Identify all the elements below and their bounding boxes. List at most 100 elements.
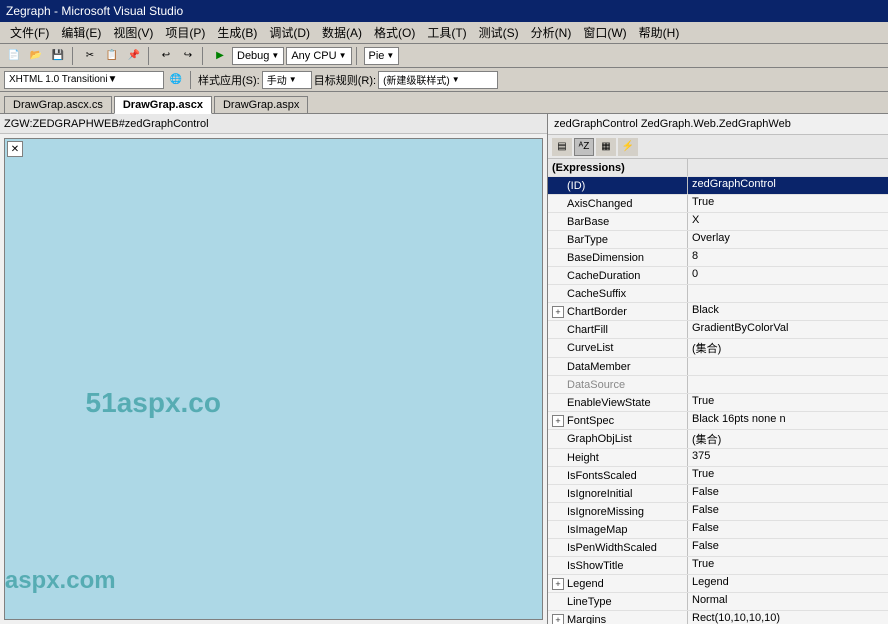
menu-item-7[interactable]: 格式(O) [368,22,421,43]
target-dropdown[interactable]: (新建级联样式) ▼ [378,71,498,89]
undo-btn[interactable]: ↩ [156,46,176,66]
open-btn[interactable]: 📂 [26,46,46,66]
prop-row[interactable]: CurveList(集合) [548,339,888,358]
prop-row[interactable]: BarTypeOverlay [548,231,888,249]
prop-value: 375 [688,449,888,466]
prop-row[interactable]: AxisChangedTrue [548,195,888,213]
debug-dropdown[interactable]: Debug ▼ [232,47,284,65]
prop-name: CacheDuration [548,267,688,284]
canvas-handle[interactable]: ✕ [7,141,23,157]
prop-row[interactable]: EnableViewStateTrue [548,394,888,412]
prop-value: GradientByColorVal [688,321,888,338]
xhtml-dropdown[interactable]: XHTML 1.0 Transitioni▼ [4,71,164,89]
menu-item-6[interactable]: 数据(A) [316,22,368,43]
prop-sort-alpha-btn[interactable]: ᴬZ [574,138,594,156]
prop-row[interactable]: +FontSpecBlack 16pts none n [548,412,888,430]
prop-value: True [688,557,888,574]
tab-bar: DrawGrap.ascx.cs DrawGrap.ascx DrawGrap.… [0,92,888,114]
prop-name: AxisChanged [548,195,688,212]
expand-icon[interactable]: + [552,578,564,590]
play-btn[interactable]: ▶ [210,46,230,66]
menu-item-12[interactable]: 帮助(H) [633,22,686,43]
style-dropdown[interactable]: 手动 ▼ [262,71,312,89]
prop-value: Overlay [688,231,888,248]
prop-row[interactable]: BarBaseX [548,213,888,231]
tab-cs[interactable]: DrawGrap.ascx.cs [4,96,112,113]
menu-item-4[interactable]: 生成(B) [211,22,263,43]
prop-row[interactable]: (Expressions) [548,159,888,177]
expand-icon[interactable]: + [552,614,564,624]
prop-value: Rect(10,10,10,10) [688,611,888,624]
prop-row[interactable]: IsPenWidthScaledFalse [548,539,888,557]
prop-row[interactable]: +ChartBorderBlack [548,303,888,321]
prop-row[interactable]: ChartFillGradientByColorVal [548,321,888,339]
prop-name: +Legend [548,575,688,592]
platform-dropdown[interactable]: Any CPU ▼ [286,47,351,65]
prop-row[interactable]: IsFontsScaledTrue [548,467,888,485]
prop-row[interactable]: IsIgnoreInitialFalse [548,485,888,503]
tab-aspx[interactable]: DrawGrap.aspx [214,96,308,113]
new-btn[interactable]: 📄 [4,46,24,66]
menu-item-8[interactable]: 工具(T) [421,22,472,43]
menu-item-9[interactable]: 测试(S) [473,22,525,43]
prop-row[interactable]: IsIgnoreMissingFalse [548,503,888,521]
copy-btn[interactable]: 📋 [102,46,122,66]
menu-item-5[interactable]: 调试(D) [263,22,316,43]
designer-canvas[interactable]: ✕ 51aspx.co 51aspx.com [4,138,543,620]
prop-row[interactable]: (ID)zedGraphControl [548,177,888,195]
prop-value: X [688,213,888,230]
cut-btn[interactable]: ✂ [80,46,100,66]
prop-row[interactable]: IsImageMapFalse [548,521,888,539]
prop-row[interactable]: +LegendLegend [548,575,888,593]
prop-name: CurveList [548,339,688,357]
prop-name: +Margins [548,611,688,624]
prop-event-btn[interactable]: ⚡ [618,138,638,156]
expand-icon[interactable]: + [552,415,564,427]
designer-panel: ZGW:ZEDGRAPHWEB#zedGraphControl ✕ 51aspx… [0,114,548,624]
paste-btn[interactable]: 📌 [124,46,144,66]
prop-value: Black 16pts none n [688,412,888,429]
prop-row[interactable]: +MarginsRect(10,10,10,10) [548,611,888,624]
menu-item-2[interactable]: 视图(V) [107,22,159,43]
prop-name: IsPenWidthScaled [548,539,688,556]
prop-row[interactable]: LineTypeNormal [548,593,888,611]
style-value: 手动 [267,72,287,87]
prop-value: 0 [688,267,888,284]
prop-name: +ChartBorder [548,303,688,320]
menu-item-0[interactable]: 文件(F) [4,22,55,43]
menu-item-11[interactable]: 窗口(W) [577,22,632,43]
prop-row[interactable]: DataSource [548,376,888,394]
prop-value: False [688,503,888,520]
watermark-bottom: 51aspx.com [4,567,116,595]
prop-name: (Expressions) [548,159,688,176]
prop-row[interactable]: CacheSuffix [548,285,888,303]
breadcrumb-text: ZGW:ZEDGRAPHWEB#zedGraphControl [4,118,209,130]
sep5 [190,71,194,89]
redo-btn[interactable]: ↪ [178,46,198,66]
prop-row[interactable]: GraphObjList(集合) [548,430,888,449]
prop-row[interactable]: IsShowTitleTrue [548,557,888,575]
menu-item-10[interactable]: 分析(N) [525,22,578,43]
prop-row[interactable]: Height375 [548,449,888,467]
prop-value: (集合) [688,339,888,357]
prop-name: IsIgnoreInitial [548,485,688,502]
prop-grid-btn[interactable]: ▦ [596,138,616,156]
menu-bar: 文件(F)编辑(E)视图(V)项目(P)生成(B)调试(D)数据(A)格式(O)… [0,22,888,44]
prop-value: Black [688,303,888,320]
prop-row[interactable]: CacheDuration0 [548,267,888,285]
prop-row[interactable]: BaseDimension8 [548,249,888,267]
tab-ascx[interactable]: DrawGrap.ascx [114,96,212,114]
menu-item-3[interactable]: 项目(P) [159,22,211,43]
menu-item-1[interactable]: 编辑(E) [55,22,107,43]
properties-title: zedGraphControl ZedGraph.Web.ZedGraphWeb [554,118,791,130]
sep2 [148,47,152,65]
prop-value: Legend [688,575,888,592]
css-btn[interactable]: 🌐 [166,70,186,90]
prop-sort-category-btn[interactable]: ▤ [552,138,572,156]
prop-value: False [688,539,888,556]
prop-row[interactable]: DataMember [548,358,888,376]
expand-icon[interactable]: + [552,306,564,318]
sep4 [356,47,360,65]
pie-dropdown[interactable]: Pie ▼ [364,47,400,65]
save-btn[interactable]: 💾 [48,46,68,66]
